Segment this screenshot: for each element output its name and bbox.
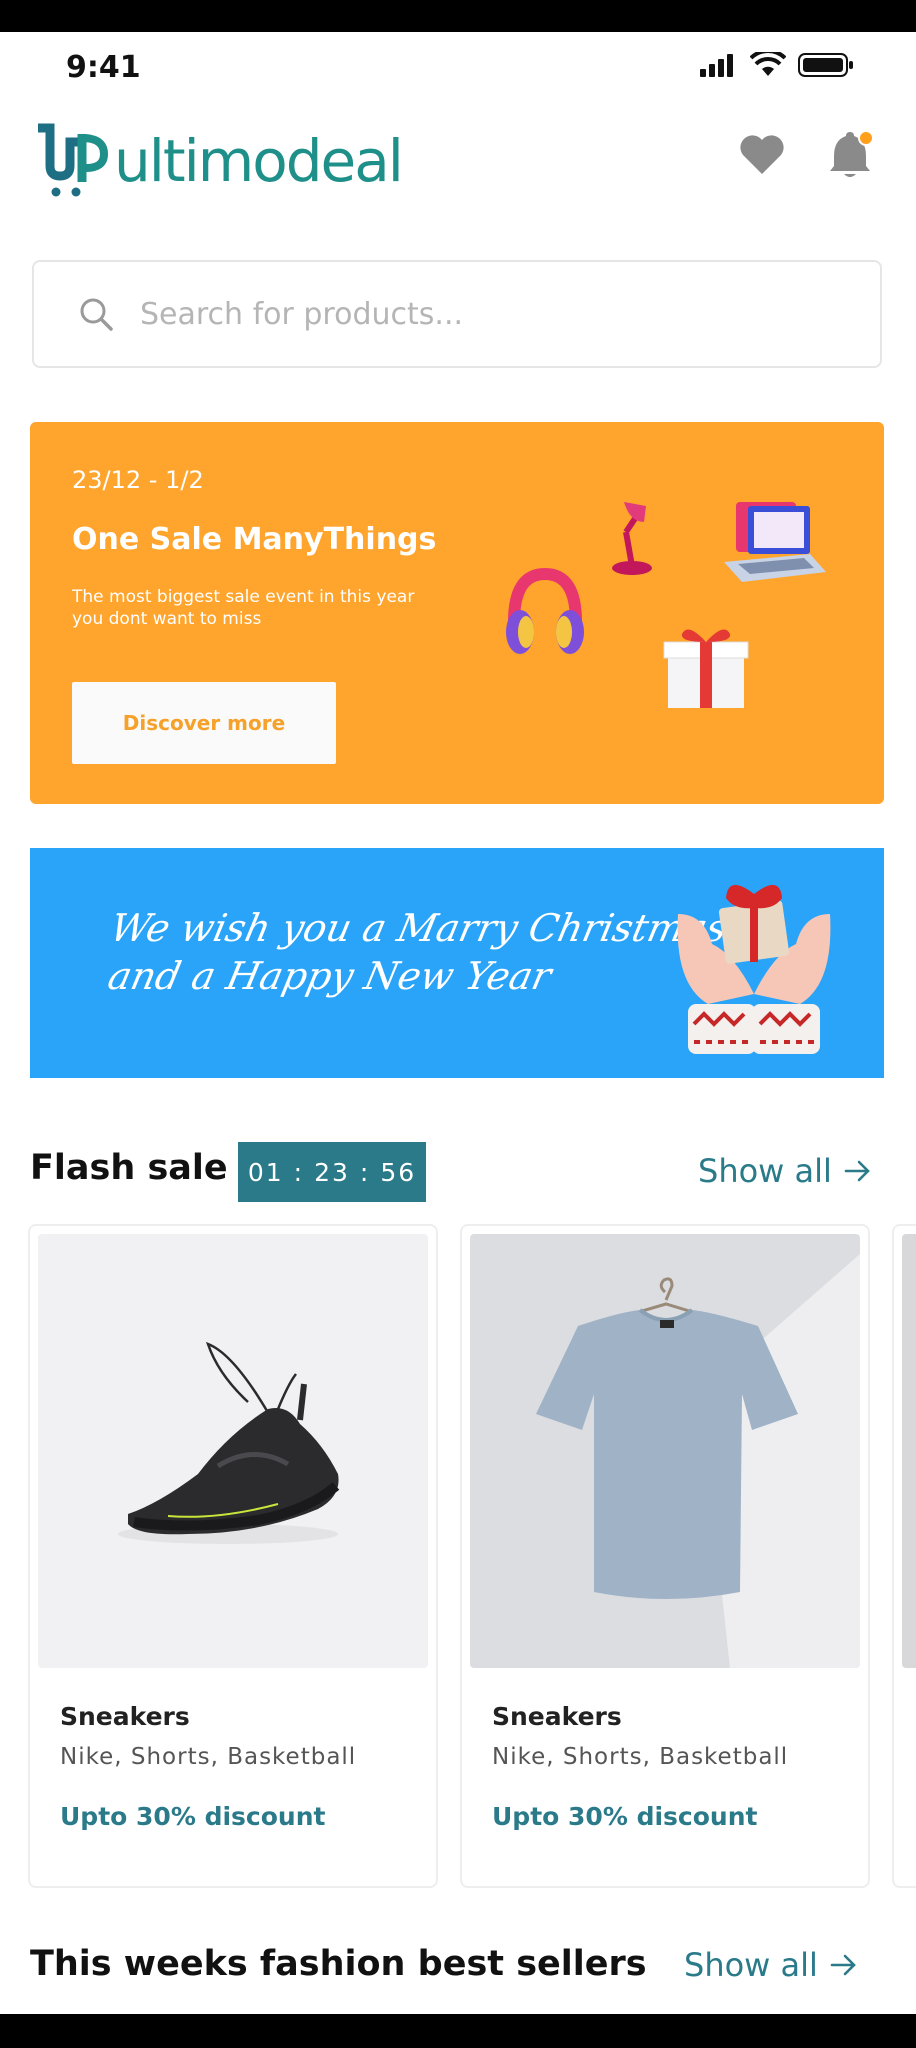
headphones-icon [506, 567, 584, 654]
product-image[interactable] [470, 1234, 860, 1668]
christmas-banner[interactable]: We wish you a Marry Christmas and a Happ… [30, 848, 884, 1078]
product-card[interactable]: Sneakers Nike, Shorts, Basketball Upto 3… [460, 1224, 870, 1888]
flash-sale-show-all-link[interactable]: Show all [698, 1152, 872, 1190]
product-name: Sneakers [60, 1702, 190, 1731]
arrow-right-icon [844, 1160, 870, 1182]
cellular-signal-icon [700, 54, 733, 77]
timer-separator: : [359, 1157, 371, 1187]
battery-icon [798, 53, 853, 77]
christmas-greeting-line2: and a Happy New Year [104, 954, 556, 998]
desk-lamp-icon [612, 502, 652, 575]
christmas-greeting: We wish you a Marry Christmas and a Happ… [96, 904, 732, 1000]
status-icons [698, 52, 854, 78]
logo-mark-icon [38, 123, 109, 197]
product-card[interactable]: Sneakers Nike, Shorts, Basketball Upto 3… [28, 1224, 438, 1888]
laptop-icon [724, 502, 826, 582]
sneaker-image [118, 1341, 340, 1544]
christmas-greeting-line1: We wish you a Marry Christmas [106, 906, 731, 950]
arrow-right-icon [830, 1954, 856, 1976]
notification-bell-icon[interactable] [826, 130, 874, 180]
bottom-frame [0, 2014, 916, 2048]
product-name: Sneakers [492, 1702, 622, 1731]
flash-sale-timer: 01 : 23 : 56 [238, 1142, 426, 1202]
product-discount: Upto 30% discount [60, 1802, 326, 1831]
brand-name: ultimodeal [114, 127, 404, 195]
timer-seconds: 56 [380, 1157, 417, 1187]
promo-date-range: 23/12 - 1/2 [72, 466, 204, 494]
promo-subtitle: The most biggest sale event in this year… [72, 587, 415, 629]
promo-title: One Sale ManyThings [72, 522, 437, 557]
flash-sale-title: Flash sale [30, 1148, 228, 1188]
app-screen: 9:41 ultimodeal Search for products... 2… [0, 32, 916, 2014]
wifi-icon [750, 52, 786, 76]
search-input[interactable] [138, 295, 792, 333]
status-time: 9:41 [66, 50, 141, 85]
product-image[interactable] [902, 1234, 916, 1668]
timer-separator: : [293, 1157, 305, 1187]
show-all-label: Show all [698, 1152, 832, 1190]
best-sellers-show-all-link[interactable]: Show all [684, 1946, 858, 1984]
product-tags: Nike, Shorts, Basketball [60, 1744, 357, 1770]
show-all-label: Show all [684, 1946, 818, 1984]
product-image[interactable] [38, 1234, 428, 1668]
search-bar[interactable] [32, 260, 882, 368]
promo-banner[interactable]: 23/12 - 1/2 One Sale ManyThings The most… [30, 422, 884, 804]
gift-box-icon [663, 629, 749, 708]
timer-hours: 01 [247, 1157, 284, 1187]
best-sellers-title: This weeks fashion best sellers [30, 1944, 647, 1984]
hands-holding-gift-icon [677, 884, 831, 1054]
product-tags: Nike, Shorts, Basketball [492, 1744, 789, 1770]
timer-minutes: 23 [314, 1157, 350, 1187]
brand-logo[interactable]: ultimodeal [34, 122, 404, 200]
discover-more-button[interactable]: Discover more [72, 682, 336, 764]
product-card-partial[interactable] [892, 1224, 916, 1888]
tshirt-image [536, 1254, 860, 1668]
wishlist-heart-icon[interactable] [738, 132, 786, 176]
product-discount: Upto 30% discount [492, 1802, 758, 1831]
search-icon [80, 298, 113, 331]
